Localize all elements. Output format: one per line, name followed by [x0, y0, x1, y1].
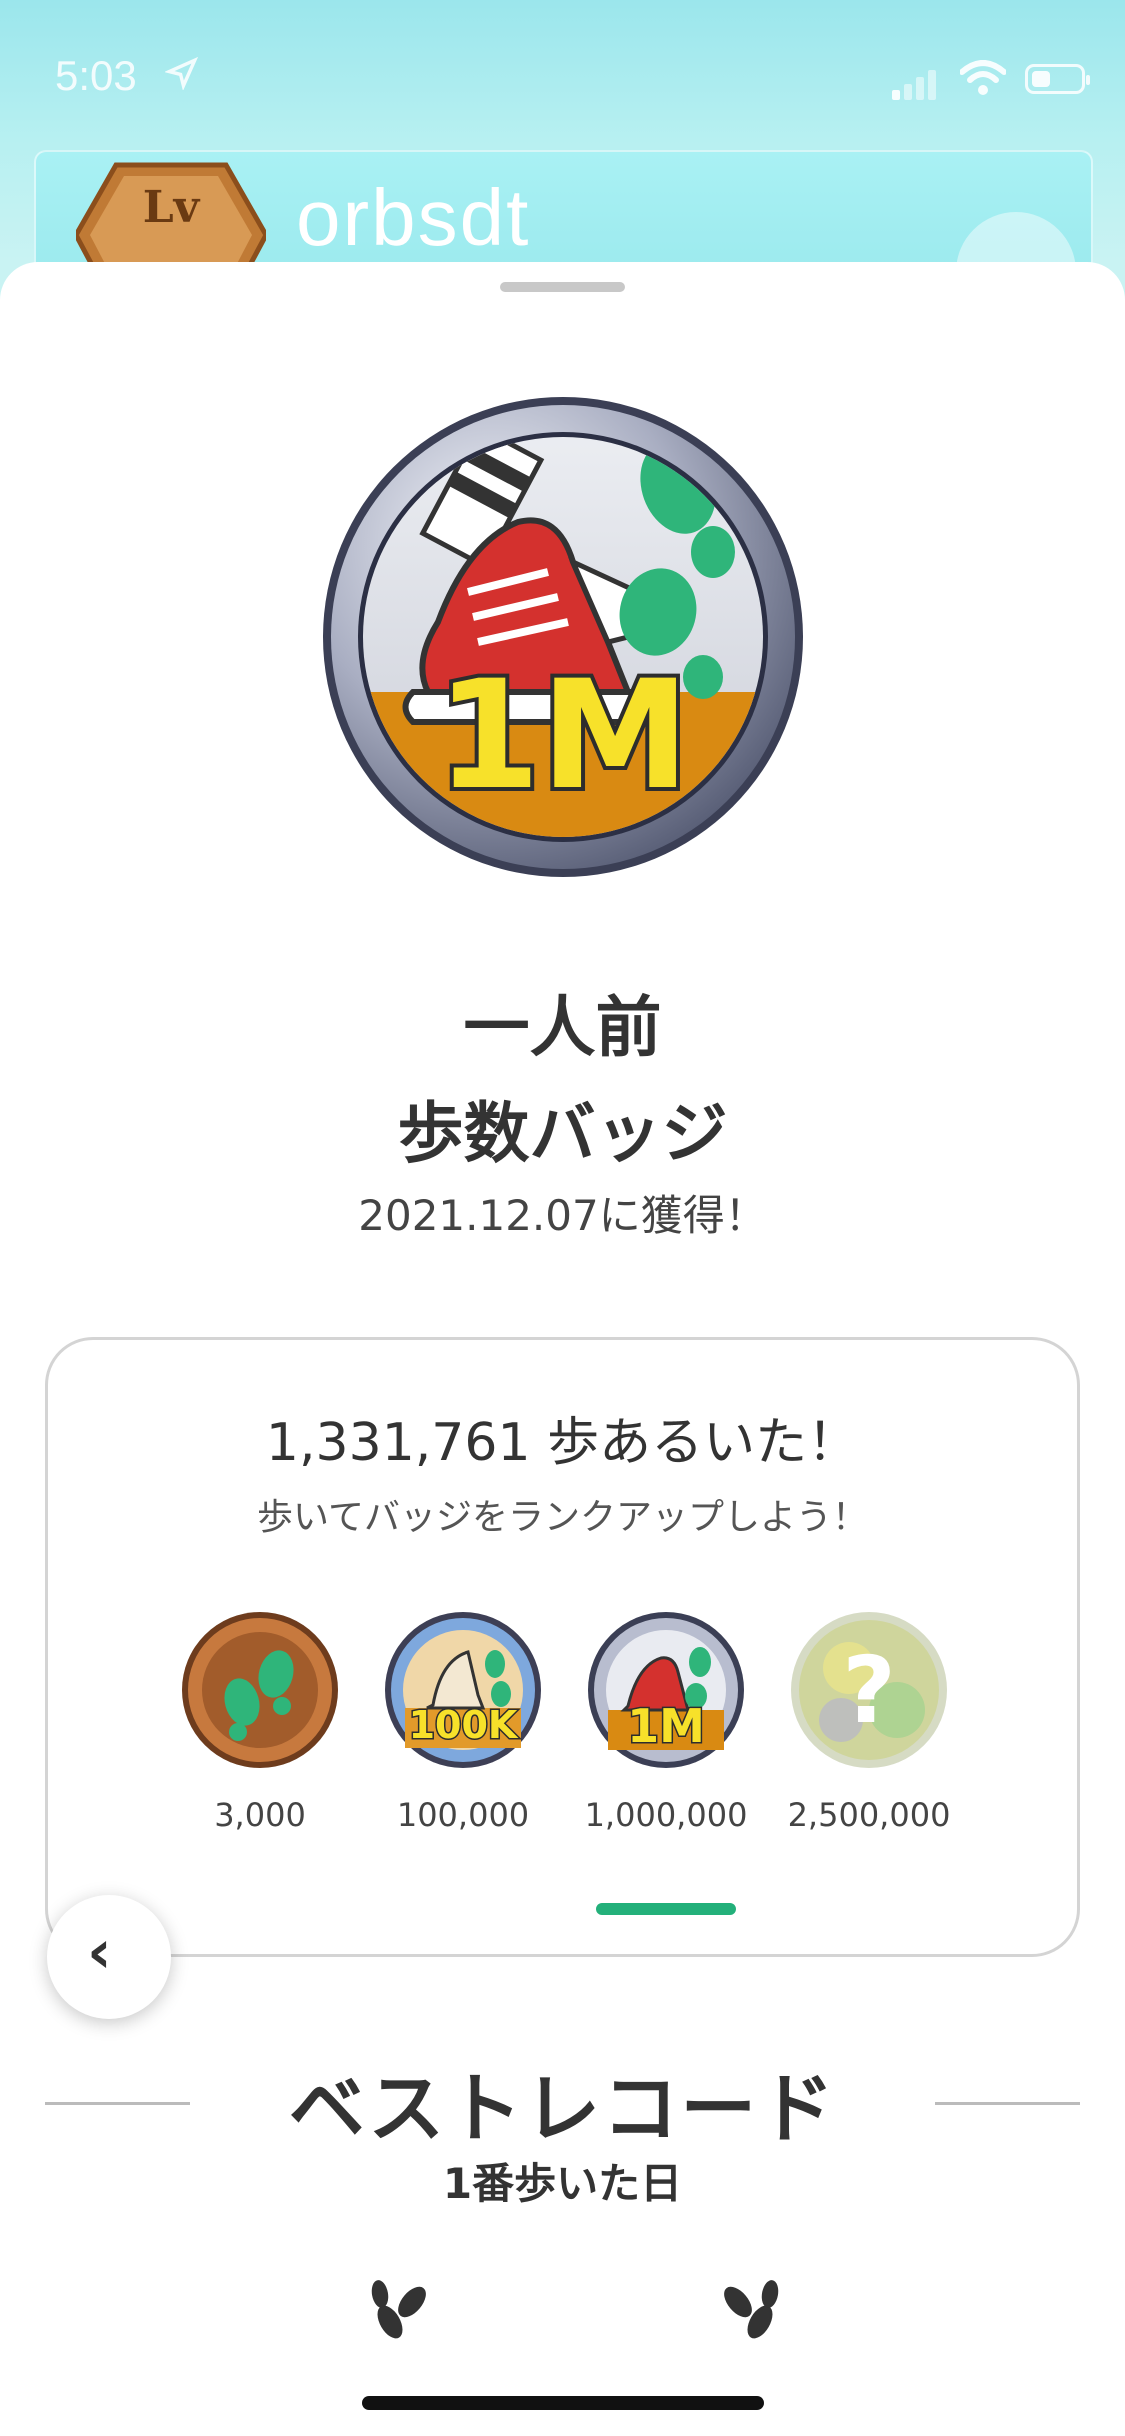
badge-tier-3000[interactable]: 3,000 — [170, 1610, 350, 1834]
badge-tier-1000000[interactable]: 1M 1,000,000 — [576, 1610, 756, 1834]
best-record-title: ベストレコード — [288, 2064, 837, 2153]
total-steps-text: 1,331,761 歩あるいた！ — [265, 1413, 860, 1473]
tier-emblem-text: ? — [842, 1637, 895, 1744]
status-time: 5:03 — [55, 52, 137, 99]
tier-emblem-text: 1M — [627, 1699, 705, 1753]
status-bar: 5:03 — [0, 0, 1125, 150]
badge-title-line1: 一人前 — [463, 989, 662, 1066]
bronze-footprints-badge-icon — [182, 1612, 338, 1768]
wifi-icon — [960, 60, 1006, 95]
laurel-right-icon — [724, 2280, 779, 2339]
badge-title-line2: 歩数バッジ — [397, 1095, 728, 1172]
100k-badge-icon: 100K — [385, 1612, 541, 1768]
username: orbsdt — [296, 173, 531, 262]
badge-tier-list: 3,000 100K 100,000 1M 1,000,000 ? 2,500,… — [48, 1610, 1077, 1860]
home-indicator[interactable] — [362, 2396, 764, 2410]
level-label: Lv — [143, 182, 201, 233]
earned-date: 2021.12.07に獲得！ — [358, 1191, 767, 1240]
best-record-subtitle: 1番歩いた日 — [442, 2159, 683, 2208]
rank-progress-card: 1,331,761 歩あるいた！ 歩いてバッジをランクアップしよう！ 3,000 — [45, 1337, 1080, 1957]
battery-icon — [1025, 64, 1090, 94]
badge-tier-label: 100,000 — [396, 1796, 530, 1834]
location-arrow-icon — [165, 56, 199, 90]
badge-tier-label: 3,000 — [214, 1796, 306, 1834]
laurel-left-icon — [371, 2280, 426, 2339]
badge-tier-label: 2,500,000 — [787, 1796, 951, 1834]
sneaker-1m-badge-icon: 1M — [323, 397, 803, 877]
sheet-grabber[interactable] — [500, 282, 625, 292]
badge-tier-100000[interactable]: 100K 100,000 — [373, 1610, 553, 1834]
chevron-left-icon: ‹ — [87, 1917, 112, 1987]
badge-detail-sheet: 1M 一人前 歩数バッジ 2021.12.07に獲得！ 1,331,761 歩あ… — [0, 262, 1125, 2436]
back-button[interactable]: ‹ — [47, 1895, 171, 2019]
selected-tier-indicator — [596, 1903, 736, 1915]
tier-emblem-text: 100K — [409, 1703, 519, 1747]
1m-badge-icon: 1M — [588, 1612, 744, 1768]
badge-emblem-text: 1M — [436, 649, 690, 823]
badge-tier-2500000[interactable]: ? 2,500,000 — [779, 1610, 959, 1834]
badge-tier-label: 1,000,000 — [584, 1796, 748, 1834]
cellular-signal-icon — [892, 70, 936, 100]
rank-up-hint: 歩いてバッジをランクアップしよう！ — [257, 1497, 868, 1538]
locked-badge-icon: ? — [791, 1612, 947, 1768]
